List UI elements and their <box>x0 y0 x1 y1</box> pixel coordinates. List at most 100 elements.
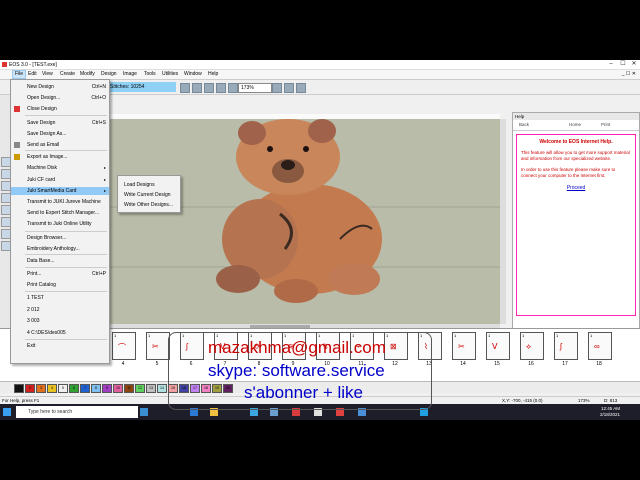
color-swatch[interactable]: 9 <box>102 384 112 393</box>
pan-icon[interactable] <box>228 83 238 93</box>
menu-edit[interactable]: Edit <box>26 71 39 78</box>
help-home-button[interactable]: Home <box>569 122 581 127</box>
file-menu-item[interactable]: 2 012 <box>11 306 109 314</box>
submenu-write-current-design[interactable]: Write Current Design <box>118 190 180 200</box>
file-menu-item[interactable]: Exit <box>11 342 109 350</box>
menu-item-label: 4 C:\DES\des005 <box>27 330 66 336</box>
color-swatch[interactable]: 4 <box>47 384 57 393</box>
color-swatch[interactable]: 11 <box>124 384 134 393</box>
menu-tools[interactable]: Tools <box>142 71 158 78</box>
step-number-label: 16 <box>528 361 534 367</box>
taskbar-clock: 12:45 AM 2/18/2021 <box>600 406 620 418</box>
file-menu-item[interactable]: Transmit to Juki Online Utility <box>11 220 109 228</box>
file-menu-item[interactable]: Print Catalog <box>11 281 109 289</box>
menu-utilities[interactable]: Utilities <box>160 71 180 78</box>
mdi-close-icon[interactable]: _ ☐ ✕ <box>622 71 636 77</box>
step-glyph-icon: ∞ <box>594 342 600 351</box>
file-menu-item[interactable]: Design Browser... <box>11 234 109 242</box>
stitch-step-button[interactable]: 1ʃ <box>554 332 578 360</box>
desktop-screen: EOS 3.0 - [TEST.exe] – ☐ ✕ File Edit Vie… <box>0 60 640 420</box>
color-swatch[interactable]: 12 <box>135 384 145 393</box>
color-swatch[interactable]: 8 <box>91 384 101 393</box>
submenu-arrow-icon: ▸ <box>103 177 106 182</box>
file-menu-item[interactable]: Data Base... <box>11 257 109 265</box>
file-menu-item[interactable]: Transmit to JUKI Jureve Machine <box>11 198 109 206</box>
stitch-step-button[interactable]: 1 ∞ <box>588 332 612 360</box>
color-swatch[interactable]: 1 <box>14 384 24 393</box>
color-swatch[interactable]: 5 <box>58 384 68 393</box>
stitch-step-button[interactable]: 1 ✂ <box>452 332 476 360</box>
menu-help[interactable]: Help <box>206 71 220 78</box>
zoom-fit-icon[interactable] <box>204 83 214 93</box>
file-menu-item[interactable]: Open Design... Ctrl+O <box>11 94 109 102</box>
zoom-window-icon[interactable] <box>216 83 226 93</box>
menu-modify[interactable]: Modify <box>78 71 97 78</box>
file-menu-item[interactable]: Send as Email <box>11 141 109 149</box>
file-menu-item[interactable]: Embroidery Anthology... <box>11 245 109 253</box>
color-swatch[interactable]: 6 <box>69 384 79 393</box>
task-view-icon[interactable] <box>140 408 148 416</box>
menu-view[interactable]: View <box>40 71 55 78</box>
file-menu-item[interactable]: Save Design As... <box>11 130 109 138</box>
file-menu-item[interactable]: Close Design <box>11 105 109 113</box>
step-index: 1 <box>148 333 151 338</box>
help-panel-header: Help <box>513 113 639 120</box>
file-menu-item[interactable]: Export as Image... <box>11 153 109 161</box>
stitch-step-button[interactable]: 1 ⌒ <box>112 332 136 360</box>
app-icon <box>2 62 7 67</box>
view-icon[interactable] <box>296 83 306 93</box>
stitch-step-button[interactable]: 1 ✂ <box>146 332 170 360</box>
help-print-button[interactable]: Print <box>601 122 610 127</box>
file-menu-item[interactable]: Save Design Ctrl+S <box>11 119 109 127</box>
stitch-step-button[interactable]: 1 ⟡ <box>520 332 544 360</box>
submenu-arrow-icon: ▸ <box>103 188 106 193</box>
menu-item-label: Transmit to JUKI Jureve Machine <box>27 199 101 205</box>
windows-start-icon[interactable] <box>3 408 11 416</box>
help-paragraph-1: This feature will allow you to get more … <box>521 150 630 161</box>
maximize-icon[interactable]: ☐ <box>618 61 628 68</box>
minimize-icon[interactable]: – <box>606 61 616 68</box>
grid-icon[interactable] <box>272 83 282 93</box>
file-menu-item[interactable]: Juki SmartMedia Card ▸ <box>11 187 109 195</box>
step-glyph-icon: ✂ <box>152 342 159 351</box>
help-back-button[interactable]: Back <box>519 122 529 127</box>
color-swatch[interactable]: 3 <box>36 384 46 393</box>
menu-item-icon <box>14 106 20 112</box>
ruler-icon[interactable] <box>284 83 294 93</box>
file-menu-item[interactable]: 1 TEST <box>11 294 109 302</box>
color-swatch[interactable]: 13 <box>146 384 156 393</box>
color-swatch[interactable]: 14 <box>157 384 167 393</box>
proceed-link[interactable]: Proceed <box>517 185 635 191</box>
file-menu-item[interactable]: New Design Ctrl+N <box>11 83 109 91</box>
color-swatch[interactable]: 2 <box>25 384 35 393</box>
menu-item-label: Juki CF card <box>27 177 56 183</box>
menu-create[interactable]: Create <box>58 71 77 78</box>
stitch-step-button[interactable]: 1Ⅴ <box>486 332 510 360</box>
taskbar-search[interactable]: Type here to search <box>16 406 138 418</box>
file-menu-item[interactable]: 3 003 <box>11 317 109 325</box>
file-menu-item[interactable]: 4 C:\DES\des005 <box>11 329 109 337</box>
color-swatch[interactable]: 10 <box>113 384 123 393</box>
menu-design[interactable]: Design <box>99 71 119 78</box>
file-menu-item[interactable]: Juki CF card ▸ <box>11 176 109 184</box>
design-canvas[interactable] <box>110 119 500 324</box>
close-icon[interactable]: ✕ <box>629 61 639 68</box>
menu-item-label: Embroidery Anthology... <box>27 246 80 252</box>
menu-item-label: 3 003 <box>27 318 40 324</box>
menu-image[interactable]: Image <box>121 71 139 78</box>
menu-file[interactable]: File <box>12 70 27 79</box>
zoom-in-icon[interactable] <box>180 83 190 93</box>
submenu-write-other-designs[interactable]: Write Other Designs... <box>118 200 180 210</box>
file-menu-item[interactable]: Machine Disk ▸ <box>11 164 109 172</box>
menu-separator <box>25 339 107 340</box>
menu-item-label: Juki SmartMedia Card <box>27 188 77 194</box>
zoom-out-icon[interactable] <box>192 83 202 93</box>
overlay-email: mazakhma@gmail.com <box>208 338 386 357</box>
file-menu-item[interactable]: Send to Expert Stitch Manager... <box>11 209 109 217</box>
zoom-select[interactable]: 173% <box>238 83 272 93</box>
canvas-vertical-scrollbar[interactable] <box>500 119 506 324</box>
color-swatch[interactable]: 7 <box>80 384 90 393</box>
file-menu-item[interactable]: Print... Ctrl+P <box>11 270 109 278</box>
submenu-load-designs[interactable]: Load Designs <box>118 180 180 190</box>
menu-window[interactable]: Window <box>182 71 204 78</box>
